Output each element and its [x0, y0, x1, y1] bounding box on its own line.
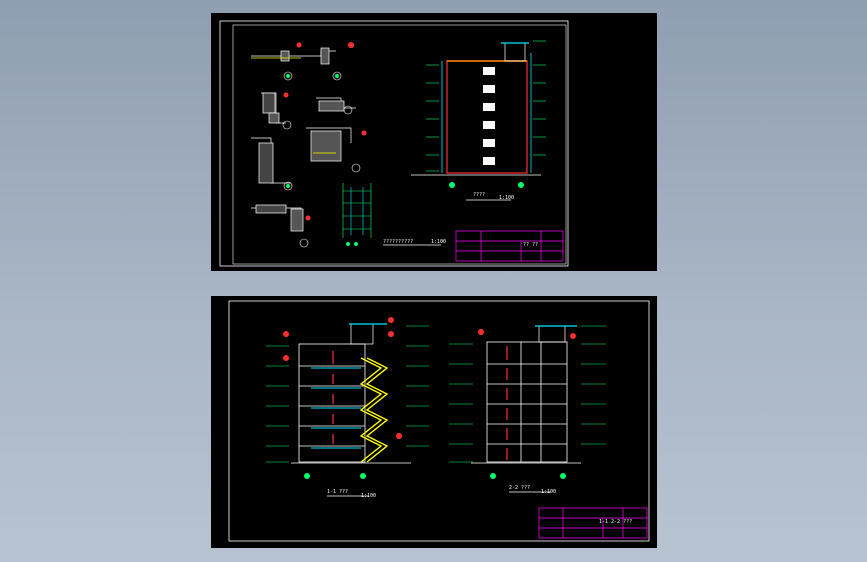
top-sheet: ?????????? 1:100 ???? 1:100 ?? ?? [211, 13, 657, 271]
elevation-caption: ???? [473, 192, 486, 198]
title-block-name: 1-1 2-2 ??? [599, 519, 633, 525]
detail-group [251, 47, 372, 238]
details-caption: ?????????? [383, 239, 414, 245]
section-1-scale: 1:100 [361, 493, 377, 499]
title-block-name: ?? ?? [523, 242, 539, 248]
section-2-caption: 2-2 ??? [509, 485, 531, 491]
bottom-sheet: 1-1 ??? 1:100 2-2 ??? 1:100 1-1 2-2 ??? [211, 296, 657, 548]
bottom-sheet-drawing [228, 300, 650, 542]
section-2-2 [449, 325, 606, 493]
top-sheet-drawing [219, 20, 569, 267]
details-scale: 1:100 [431, 239, 447, 245]
drawing-frame [228, 300, 650, 542]
section-2-scale: 1:100 [541, 489, 557, 495]
section-1-1 [266, 317, 429, 497]
front-elevation [411, 40, 546, 201]
title-block-top [455, 230, 564, 262]
section-1-caption: 1-1 ??? [327, 489, 349, 495]
elevation-scale: 1:100 [499, 195, 515, 201]
